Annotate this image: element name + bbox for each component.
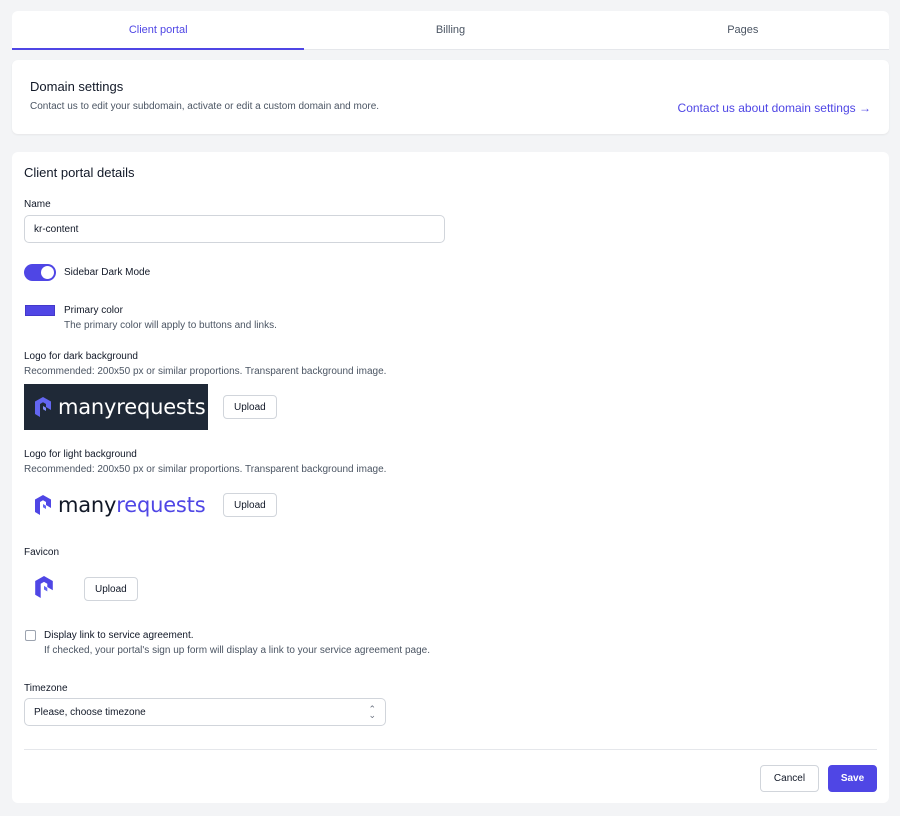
upload-dark-logo-button[interactable]: Upload xyxy=(223,395,277,419)
logo-dark-hint: Recommended: 200x50 px or similar propor… xyxy=(24,366,387,377)
tab-pages[interactable]: Pages xyxy=(597,11,889,49)
tab-bar: Client portal Billing Pages xyxy=(12,11,889,50)
save-button[interactable]: Save xyxy=(828,765,877,792)
section-title: Client portal details xyxy=(24,165,135,180)
cancel-button[interactable]: Cancel xyxy=(760,765,819,792)
divider xyxy=(24,749,877,750)
favicon-label: Favicon xyxy=(24,547,60,558)
sidebar-dark-mode-toggle[interactable] xyxy=(24,264,56,281)
primary-color-swatch[interactable] xyxy=(25,305,55,316)
primary-color-label: Primary color xyxy=(64,305,123,316)
upload-favicon-button[interactable]: Upload xyxy=(84,577,138,601)
name-input[interactable] xyxy=(24,215,445,243)
service-agreement-checkbox[interactable] xyxy=(25,630,36,641)
tab-client-portal[interactable]: Client portal xyxy=(12,11,305,50)
upload-light-logo-button[interactable]: Upload xyxy=(223,493,277,517)
logo-dark-label: Logo for dark background xyxy=(24,351,138,362)
toggle-knob xyxy=(41,266,54,279)
logo-light-hint: Recommended: 200x50 px or similar propor… xyxy=(24,464,387,475)
manyrequests-logo-icon xyxy=(35,397,51,417)
service-agreement-label: Display link to service agreement. xyxy=(44,630,194,641)
primary-color-hint: The primary color will apply to buttons … xyxy=(64,320,277,331)
favicon-icon xyxy=(35,576,53,598)
logo-dark-preview: manyrequests xyxy=(24,384,208,430)
domain-settings-card: Domain settings Contact us to edit your … xyxy=(12,60,889,134)
timezone-label: Timezone xyxy=(24,683,68,694)
logo-light-label: Logo for light background xyxy=(24,449,137,460)
name-label: Name xyxy=(24,199,51,210)
sidebar-dark-mode-label: Sidebar Dark Mode xyxy=(64,267,151,278)
tab-billing[interactable]: Billing xyxy=(304,11,596,49)
timezone-select[interactable]: Please, choose timezone ⌃ ⌄ xyxy=(24,698,386,726)
domain-settings-description: Contact us to edit your subdomain, activ… xyxy=(30,101,380,112)
logo-light-preview: manyrequests xyxy=(24,482,208,528)
service-agreement-hint: If checked, your portal's sign up form w… xyxy=(44,645,430,656)
logo-wordmark: manyrequests xyxy=(58,493,206,517)
domain-settings-title: Domain settings xyxy=(30,79,124,94)
contact-domain-link[interactable]: Contact us about domain settings → xyxy=(678,101,871,115)
client-portal-details-card: Client portal details Name Sidebar Dark … xyxy=(12,152,889,803)
manyrequests-logo-icon xyxy=(35,495,51,515)
logo-wordmark: manyrequests xyxy=(58,395,206,419)
chevron-up-down-icon: ⌃ ⌄ xyxy=(368,704,376,720)
timezone-value: Please, choose timezone xyxy=(34,706,146,718)
